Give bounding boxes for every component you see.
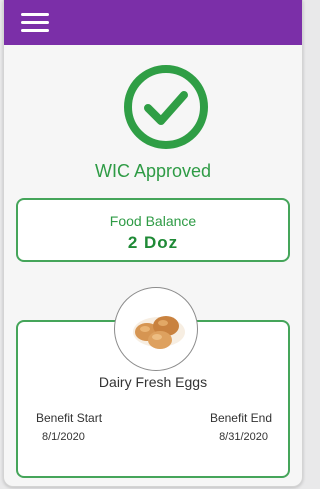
hamburger-menu-icon[interactable] xyxy=(21,13,49,33)
app-header xyxy=(4,0,302,45)
food-balance-card: Food Balance 2 Doz xyxy=(16,198,290,262)
benefit-end-label: Benefit End xyxy=(209,411,272,425)
food-balance-label: Food Balance xyxy=(109,213,197,229)
benefit-start-label: Benefit Start xyxy=(36,411,103,425)
food-balance-value: 2 Doz xyxy=(127,233,179,252)
benefit-end-date: 8/31/2020 xyxy=(219,431,268,443)
eggs-image xyxy=(133,316,185,349)
app-screen: WIC Approved Food Balance 2 Doz Dairy Fr… xyxy=(3,0,303,487)
product-image-frame xyxy=(114,287,198,371)
benefit-start-date: 8/1/2020 xyxy=(42,431,85,443)
product-name: Dairy Fresh Eggs xyxy=(98,374,208,390)
approval-status: WIC Approved xyxy=(94,161,212,181)
check-circle-icon xyxy=(124,65,208,149)
